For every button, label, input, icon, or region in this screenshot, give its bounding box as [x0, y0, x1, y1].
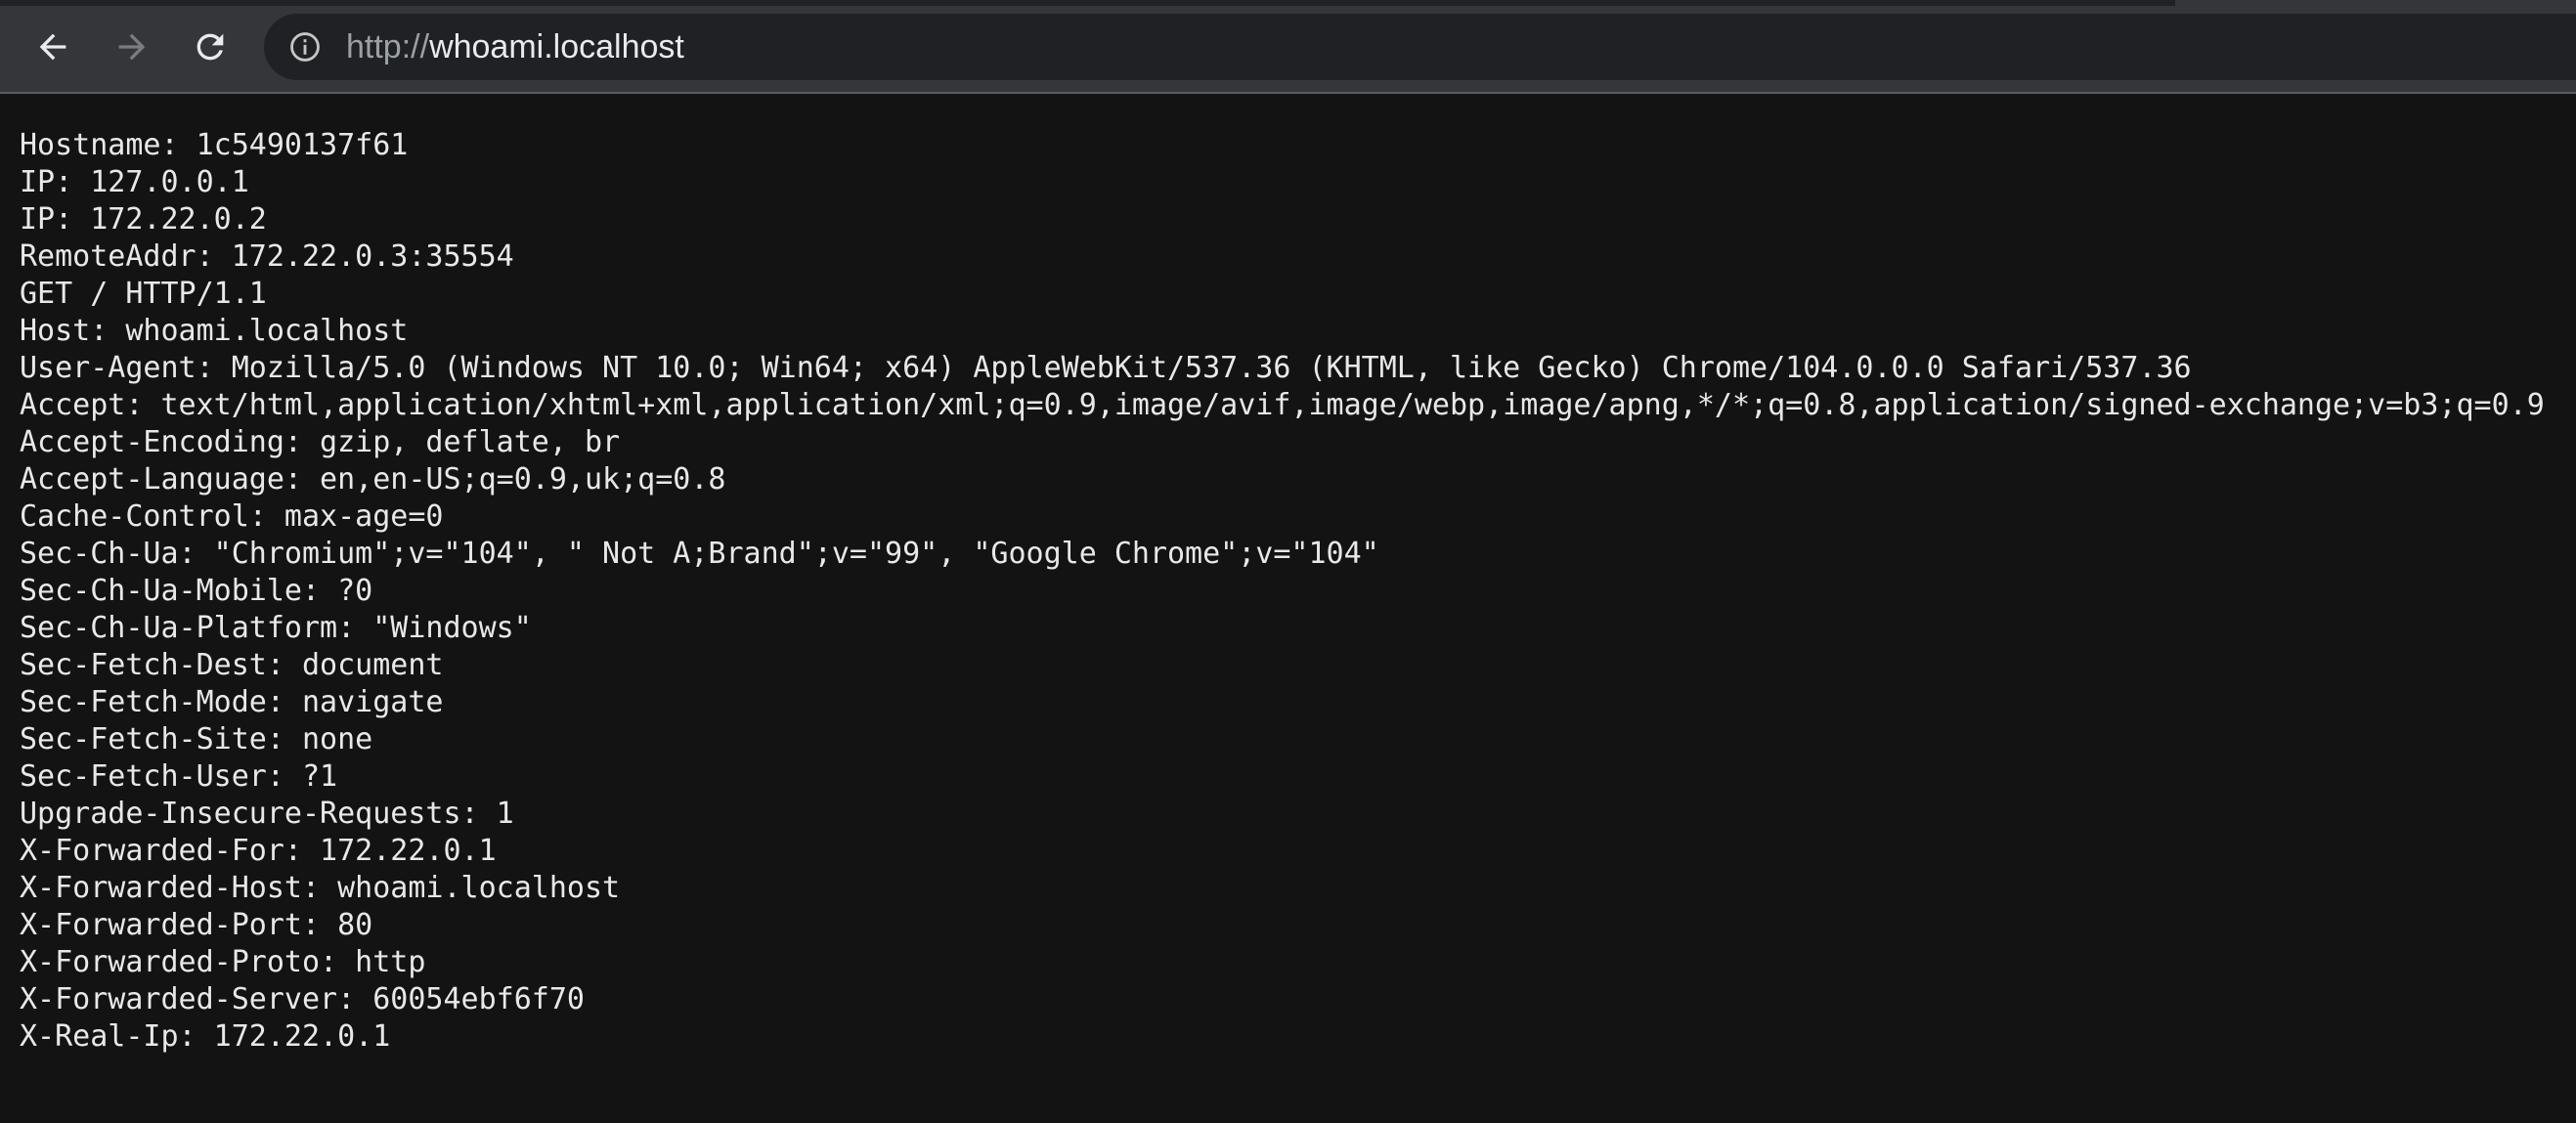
response-line: Sec-Fetch-Site: none	[20, 722, 373, 756]
forward-button[interactable]	[105, 20, 159, 74]
response-line: X-Forwarded-Host: whoami.localhost	[20, 871, 621, 905]
back-button[interactable]	[25, 20, 80, 74]
reload-icon	[196, 33, 224, 61]
response-line: Upgrade-Insecure-Requests: 1	[20, 797, 514, 831]
response-line: X-Forwarded-Server: 60054ebf6f70	[20, 982, 585, 1016]
response-line: Cache-Control: max-age=0	[20, 499, 444, 534]
reload-button[interactable]	[183, 20, 238, 74]
address-bar[interactable]: http://whoami.localhost	[264, 14, 2576, 80]
response-line: Sec-Fetch-User: ?1	[20, 759, 338, 794]
url-text[interactable]: http://whoami.localhost	[346, 14, 684, 80]
url-scheme: http://	[346, 28, 430, 65]
back-arrow-icon	[39, 33, 66, 61]
response-line: Sec-Fetch-Mode: navigate	[20, 685, 444, 719]
response-line: Sec-Ch-Ua-Platform: "Windows"	[20, 611, 532, 645]
response-line: User-Agent: Mozilla/5.0 (Windows NT 10.0…	[20, 351, 2192, 385]
response-body: Hostname: 1c5490137f61 IP: 127.0.0.1 IP: 1…	[20, 127, 2545, 1056]
response-line: X-Forwarded-For: 172.22.0.1	[20, 834, 497, 868]
response-line: IP: 172.22.0.2	[20, 202, 267, 237]
response-line: Accept: text/html,application/xhtml+xml,…	[20, 388, 2545, 422]
response-line: Sec-Fetch-Dest: document	[20, 648, 444, 682]
response-line: Accept-Language: en,en-US;q=0.9,uk;q=0.8	[20, 462, 726, 497]
response-line: X-Real-Ip: 172.22.0.1	[20, 1019, 391, 1054]
url-host: whoami.localhost	[429, 28, 684, 65]
response-line: Sec-Ch-Ua-Mobile: ?0	[20, 574, 373, 608]
response-line: Sec-Ch-Ua: "Chromium";v="104", " Not A;B…	[20, 537, 1379, 571]
browser-toolbar: http://whoami.localhost	[0, 0, 2576, 94]
response-line: RemoteAddr: 172.22.0.3:35554	[20, 239, 514, 274]
response-line: GET / HTTP/1.1	[20, 277, 267, 311]
response-line: X-Forwarded-Proto: http	[20, 945, 426, 979]
response-line: IP: 127.0.0.1	[20, 165, 249, 199]
response-line: Accept-Encoding: gzip, deflate, br	[20, 425, 621, 459]
tab-edge	[2175, 0, 2576, 6]
response-line: Hostname: 1c5490137f61	[20, 128, 409, 162]
info-icon[interactable]	[288, 30, 322, 64]
tab-strip	[0, 0, 2576, 6]
response-line: Host: whoami.localhost	[20, 314, 409, 348]
forward-arrow-icon	[118, 33, 146, 61]
response-line: X-Forwarded-Port: 80	[20, 908, 373, 942]
